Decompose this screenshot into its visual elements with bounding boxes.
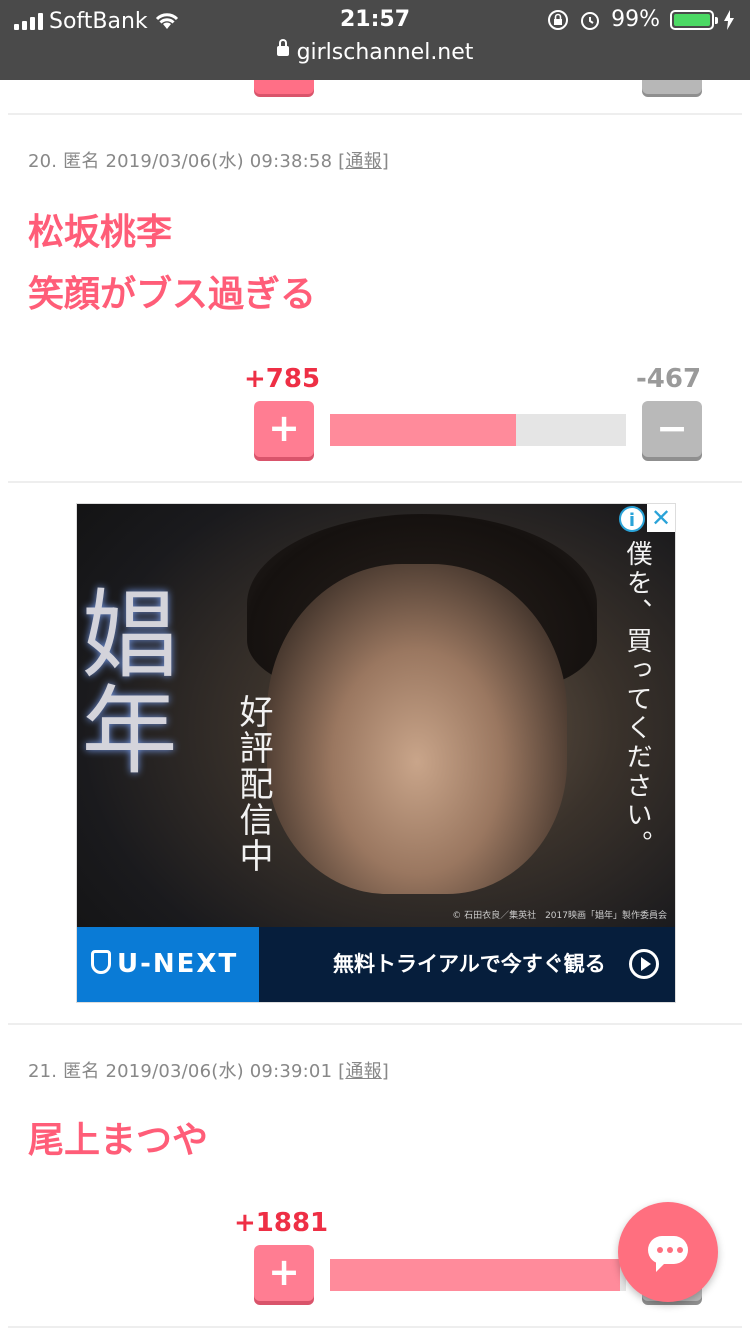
shield-icon	[91, 949, 111, 974]
comment-header: 21. 匿名 2019/03/06(水) 09:39:01 [	[28, 1061, 346, 1082]
plus-button[interactable]: +	[254, 1245, 314, 1301]
address-bar[interactable]: girlschannel.net	[0, 39, 750, 65]
bracket: ]	[381, 1061, 390, 1082]
divider	[8, 1326, 742, 1328]
url-text: girlschannel.net	[296, 40, 474, 65]
comment-body: 尾上まつや	[28, 1110, 208, 1172]
info-icon[interactable]: i	[619, 506, 645, 532]
comment-meta: 21. 匿名 2019/03/06(水) 09:39:01 [通報]	[28, 1057, 389, 1083]
ad-subtitle: 好評配信中	[233, 694, 273, 874]
play-icon	[629, 949, 659, 979]
comment-header: 20. 匿名 2019/03/06(水) 09:38:58 [	[28, 151, 346, 172]
status-bar: SoftBank 21:57 99% girlschannel.net	[0, 0, 750, 80]
ad-title: 娼年	[76, 584, 177, 776]
bracket: ]	[381, 151, 390, 172]
comment-body: 松坂桃李 笑顔がブス過ぎる	[28, 202, 316, 326]
plus-button[interactable]: +	[254, 401, 314, 457]
battery-percent: 99%	[611, 7, 660, 32]
divider	[8, 113, 742, 115]
comment-line: 尾上まつや	[28, 1120, 209, 1161]
report-link[interactable]: 通報	[345, 1061, 381, 1082]
ad-banner[interactable]: 娼年 好評配信中 僕を、買ってください。 © 石田衣良／集英社 2017映画「娼…	[76, 503, 676, 1003]
report-link[interactable]: 通報	[345, 151, 381, 172]
plus-count: +785	[244, 364, 321, 394]
cta-text: 無料トライアルで今すぐ観る	[333, 952, 606, 976]
ad-cta-bar[interactable]: U-NEXT 無料トライアルで今すぐ観る	[77, 927, 675, 1002]
ad-copy: 僕を、買ってください。	[622, 540, 652, 859]
vote-ratio-fill	[330, 414, 517, 446]
comment-meta: 20. 匿名 2019/03/06(水) 09:38:58 [通報]	[28, 147, 389, 173]
ad-photo-face	[267, 564, 567, 894]
chat-button[interactable]	[618, 1202, 718, 1302]
minus-button[interactable]: −	[642, 401, 702, 457]
vote-ratio-bar	[330, 414, 626, 446]
comment-line: 笑顔がブス過ぎる	[28, 274, 317, 315]
minus-count: -467	[636, 364, 702, 394]
close-icon[interactable]: ✕	[647, 504, 675, 532]
brand-name: U-NEXT	[117, 949, 239, 979]
orientation-lock-icon	[548, 9, 569, 30]
ad-credit: © 石田衣良／集英社 2017映画「娼年」製作委員会	[452, 911, 667, 921]
vote-ratio-bar	[330, 1259, 626, 1291]
plus-count: +1881	[234, 1208, 329, 1238]
battery-icon	[670, 9, 718, 30]
lock-icon	[276, 39, 289, 56]
comment-line: 松坂桃李	[28, 212, 173, 253]
divider	[8, 481, 742, 483]
vote-ratio-fill	[330, 1259, 621, 1291]
charging-icon	[724, 9, 734, 30]
divider	[8, 1023, 742, 1025]
chat-icon	[648, 1236, 688, 1272]
status-icons: 99%	[547, 7, 734, 32]
unext-logo: U-NEXT	[77, 927, 259, 1002]
alarm-icon	[581, 11, 600, 30]
